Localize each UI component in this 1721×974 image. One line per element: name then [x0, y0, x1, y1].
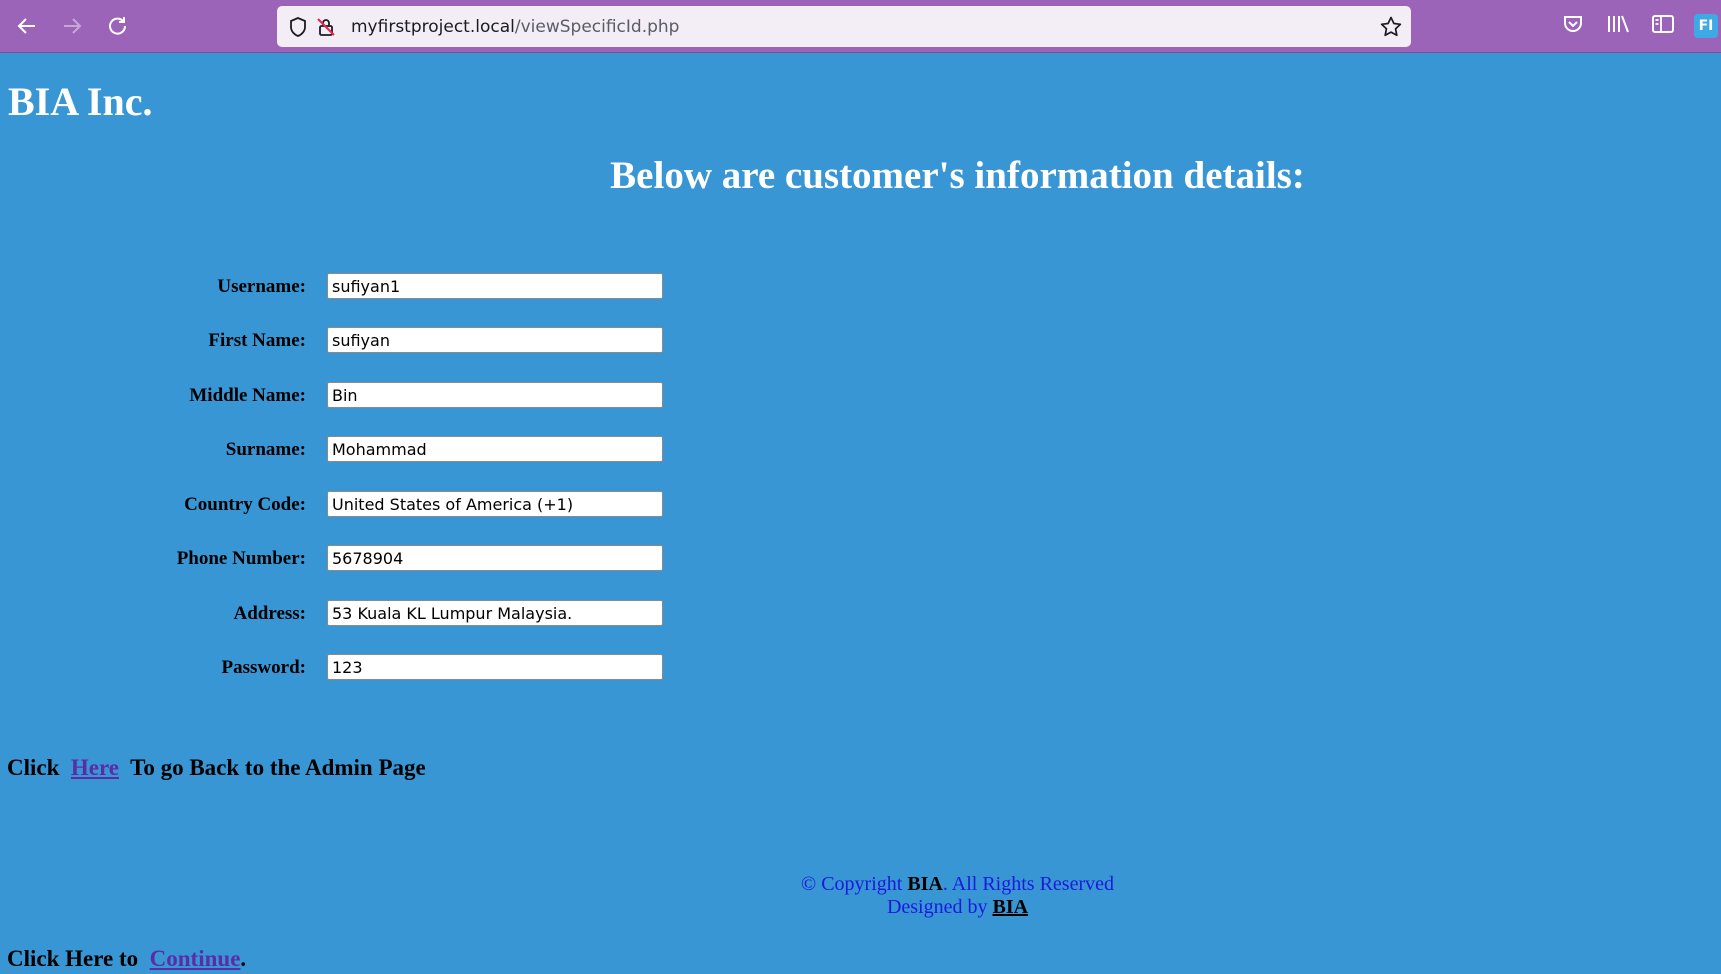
first-name-label: First Name:: [208, 330, 306, 351]
copyright-line: © Copyright BIA. All Rights Reserved: [0, 873, 1721, 896]
country-code-label: Country Code:: [184, 494, 306, 515]
designed-by-text: Designed by: [886, 896, 988, 918]
back-prefix: Click: [7, 755, 60, 780]
form-row-country-code: Country Code:: [0, 491, 680, 521]
form-row-surname: Surname:: [0, 436, 680, 466]
back-here-link[interactable]: Here: [71, 755, 119, 780]
address-label: Address:: [233, 603, 307, 624]
country-code-field[interactable]: [327, 491, 663, 517]
back-to-admin-line: Click Here To go Back to the Admin Page: [7, 753, 426, 783]
designer-link[interactable]: BIA: [992, 896, 1028, 918]
surname-field[interactable]: [327, 436, 663, 462]
copyright-brand: BIA: [907, 873, 943, 895]
address-bar[interactable]: myfirstproject.local/viewSpecificId.php: [277, 6, 1411, 47]
middle-name-label: Middle Name:: [189, 385, 306, 406]
form-row-first-name: First Name:: [0, 327, 680, 357]
continue-line: Click Here to Continue.: [7, 944, 246, 974]
reload-icon[interactable]: [100, 9, 134, 43]
copyright-text: © Copyright: [801, 873, 903, 895]
bookmark-star-icon[interactable]: [1379, 15, 1403, 39]
designed-by-line: Designed by BIA: [0, 896, 1721, 919]
address-field[interactable]: [327, 600, 663, 626]
form-row-middle-name: Middle Name:: [0, 382, 680, 412]
browser-toolbar: myfirstproject.local/viewSpecificId.php …: [0, 0, 1721, 53]
footer: © Copyright BIA. All Rights Reserved Des…: [0, 873, 1721, 919]
insecure-lock-icon[interactable]: [315, 16, 337, 38]
continue-prefix: Click Here to: [7, 946, 139, 971]
form-row-phone-number: Phone Number:: [0, 545, 680, 575]
back-suffix: To go Back to the Admin Page: [130, 755, 426, 780]
sidebar-icon[interactable]: [1650, 12, 1676, 40]
form-row-username: Username:: [0, 273, 680, 303]
phone-number-field[interactable]: [327, 545, 663, 571]
page-heading: Below are customer's information details…: [610, 154, 1305, 197]
continue-link[interactable]: Continue: [150, 946, 241, 971]
url-host: myfirstproject.local: [351, 16, 515, 37]
library-icon[interactable]: [1605, 12, 1631, 40]
forward-arrow-icon[interactable]: [55, 9, 89, 43]
url-text[interactable]: myfirstproject.local/viewSpecificId.php: [351, 17, 679, 37]
password-field[interactable]: [327, 654, 663, 680]
first-name-field[interactable]: [327, 327, 663, 353]
rights-text: . All Rights Reserved: [942, 873, 1114, 895]
back-arrow-icon[interactable]: [10, 9, 44, 43]
username-label: Username:: [217, 276, 306, 297]
extension-icon[interactable]: FI: [1694, 14, 1718, 38]
form-row-address: Address:: [0, 600, 680, 630]
password-label: Password:: [221, 657, 306, 678]
url-path: /viewSpecificId.php: [514, 16, 680, 37]
pocket-icon[interactable]: [1561, 12, 1585, 40]
username-field[interactable]: [327, 273, 663, 299]
brand-title: BIA Inc.: [8, 79, 153, 124]
middle-name-field[interactable]: [327, 382, 663, 408]
continue-suffix: .: [240, 946, 247, 971]
phone-number-label: Phone Number:: [176, 548, 306, 569]
surname-label: Surname:: [225, 439, 306, 460]
shield-icon[interactable]: [287, 16, 309, 38]
form-row-password: Password:: [0, 654, 680, 684]
